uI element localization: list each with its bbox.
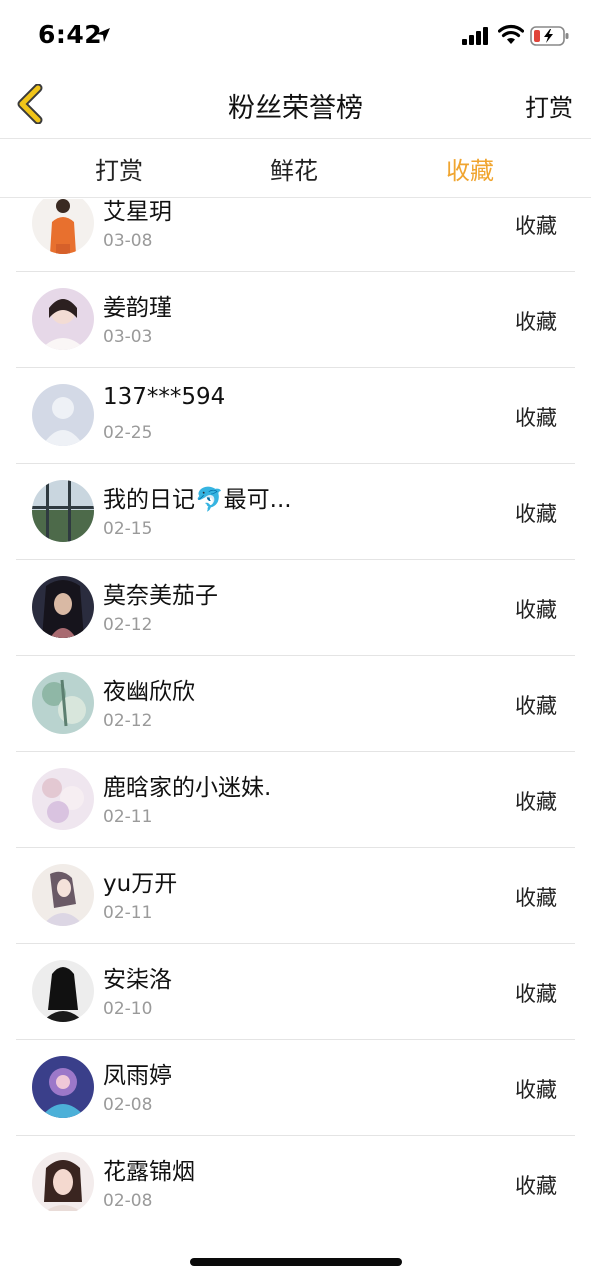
fan-date: 02-11 xyxy=(103,807,153,827)
fan-action: 收藏 xyxy=(515,790,557,814)
fan-date: 02-12 xyxy=(103,711,153,731)
status-bar: 6:42 xyxy=(0,0,591,70)
location-arrow-icon xyxy=(96,28,110,42)
fan-action: 收藏 xyxy=(515,310,557,334)
tab-bar: 打赏 鲜花 收藏 xyxy=(0,138,591,198)
battery-icon xyxy=(530,26,569,46)
fan-date: 02-11 xyxy=(103,903,153,923)
avatar xyxy=(32,576,94,638)
wifi-icon xyxy=(498,24,524,44)
fan-action: 收藏 xyxy=(515,1174,557,1198)
avatar xyxy=(32,864,94,926)
fan-name: yu万开 xyxy=(103,871,178,897)
fan-name: 莫奈美茄子 xyxy=(103,583,218,609)
fan-name: 鹿晗家的小迷妹. xyxy=(103,775,272,801)
fan-date: 02-08 xyxy=(103,1191,153,1211)
page-title: 粉丝荣誉榜 xyxy=(228,93,363,124)
fan-date: 02-08 xyxy=(103,1095,153,1115)
avatar xyxy=(32,384,94,446)
fan-action: 收藏 xyxy=(515,214,557,238)
fan-date: 02-25 xyxy=(103,423,153,443)
cellular-signal-icon xyxy=(462,27,488,45)
list-item[interactable]: 137***594 02-25 收藏 xyxy=(16,368,575,464)
list-item[interactable]: 安柒洛 02-10 收藏 xyxy=(16,944,575,1040)
fan-date: 02-15 xyxy=(103,519,153,539)
list-item[interactable]: 花露锦烟 02-08 收藏 xyxy=(16,1136,575,1211)
fan-action: 收藏 xyxy=(515,406,557,430)
list-item[interactable]: 我的日记🐬最可... 02-15 收藏 xyxy=(16,464,575,560)
list-item[interactable]: 莫奈美茄子 02-12 收藏 xyxy=(16,560,575,656)
fan-name: 凤雨婷 xyxy=(103,1063,172,1089)
fan-action: 收藏 xyxy=(515,1078,557,1102)
fan-action: 收藏 xyxy=(515,694,557,718)
fan-date: 02-10 xyxy=(103,999,153,1019)
fan-name: 姜韵瑾 xyxy=(103,295,172,321)
fan-action: 收藏 xyxy=(515,598,557,622)
fan-action: 收藏 xyxy=(515,502,557,526)
status-time: 6:42 xyxy=(38,20,103,49)
avatar xyxy=(32,960,94,1022)
fan-name: 夜幽欣欣 xyxy=(103,679,195,705)
fan-name: 花露锦烟 xyxy=(103,1159,195,1185)
tab-flowers[interactable]: 鲜花 xyxy=(270,151,318,186)
fan-date: 02-12 xyxy=(103,615,153,635)
list-item[interactable]: 鹿晗家的小迷妹. 02-11 收藏 xyxy=(16,752,575,848)
fan-date: 03-08 xyxy=(103,231,153,251)
tab-favorites[interactable]: 收藏 xyxy=(446,151,494,186)
fan-list[interactable]: 艾星玥 03-08 收藏 姜韵瑾 03-03 收藏 137***594 02-2… xyxy=(0,199,591,1211)
avatar xyxy=(32,480,94,542)
nav-bar: 粉丝荣誉榜 打赏 xyxy=(0,70,591,138)
list-item[interactable]: yu万开 02-11 收藏 xyxy=(16,848,575,944)
home-indicator[interactable] xyxy=(190,1258,402,1266)
avatar xyxy=(32,1152,94,1211)
fan-name: 艾星玥 xyxy=(103,199,172,225)
list-item[interactable]: 夜幽欣欣 02-12 收藏 xyxy=(16,656,575,752)
reward-button[interactable]: 打赏 xyxy=(525,88,573,123)
tab-reward[interactable]: 打赏 xyxy=(95,151,143,186)
avatar xyxy=(32,672,94,734)
fan-name: 137***594 xyxy=(103,384,226,410)
fan-date: 03-03 xyxy=(103,327,153,347)
avatar xyxy=(32,1056,94,1118)
avatar xyxy=(32,199,94,254)
list-item[interactable]: 艾星玥 03-08 收藏 xyxy=(16,199,575,272)
fan-action: 收藏 xyxy=(515,886,557,910)
avatar xyxy=(32,768,94,830)
list-item[interactable]: 姜韵瑾 03-03 收藏 xyxy=(16,272,575,368)
avatar xyxy=(32,288,94,350)
fan-action: 收藏 xyxy=(515,982,557,1006)
fan-name: 我的日记🐬最可... xyxy=(103,487,292,513)
fan-name: 安柒洛 xyxy=(103,967,172,993)
list-item[interactable]: 凤雨婷 02-08 收藏 xyxy=(16,1040,575,1136)
